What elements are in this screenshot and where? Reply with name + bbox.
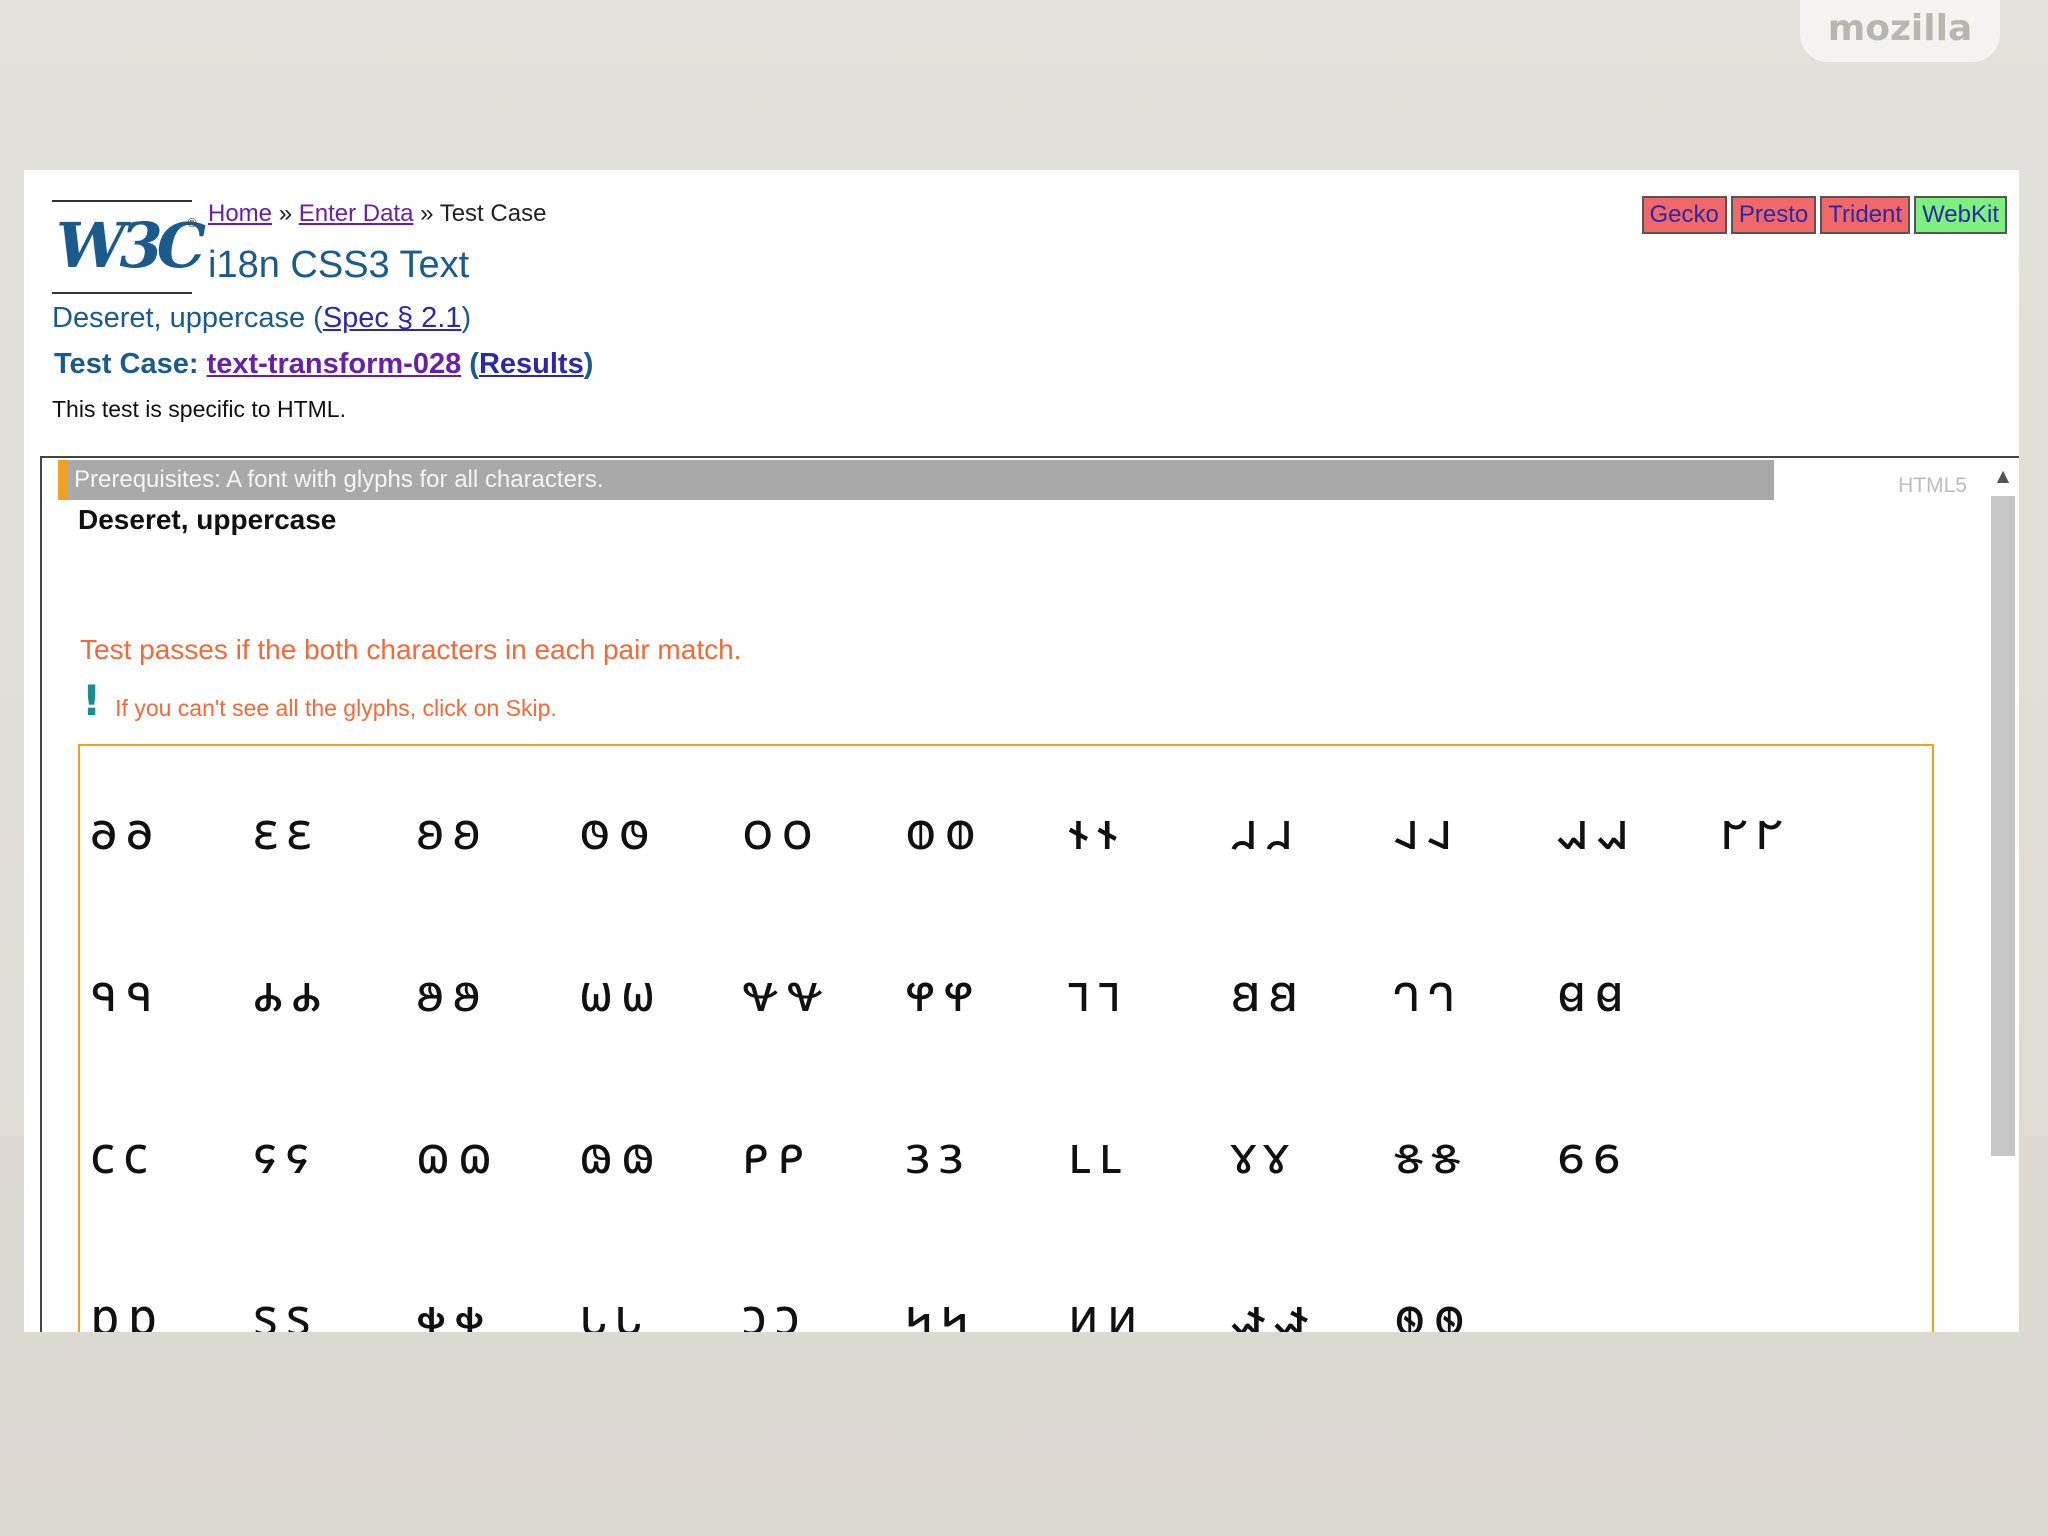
glyph-pair: 𐐫𐐫 — [579, 801, 659, 862]
glyph-pair: 𐐶𐐶 — [579, 963, 664, 1024]
w3c-logo[interactable]: W3C ® — [52, 200, 206, 294]
site-title: i18n CSS3 Text — [208, 244, 470, 286]
test-assertion: Test passes if the both characters in ea… — [80, 634, 742, 665]
vertical-scrollbar[interactable]: ▲ — [1989, 462, 2017, 1332]
format-label: HTML5 — [1898, 474, 1967, 497]
html-specific-note: This test is specific to HTML. — [52, 396, 346, 422]
engine-gecko-badge[interactable]: Gecko — [1641, 196, 1727, 234]
test-case-link[interactable]: text-transform-028 — [207, 348, 462, 380]
glyph-pair: 𐐬𐐬 — [742, 801, 821, 862]
browser-screenshot: W3C ® Home » Enter Data » Test Case i18n… — [24, 170, 2019, 1332]
glyph-pair: 𐑈𐑈 — [253, 1287, 319, 1333]
glyph-pair: 𐐵𐐵 — [416, 963, 490, 1024]
glyph-pair: 𐐹𐐹 — [1068, 963, 1130, 1024]
glyph-pair: 𐐩𐐩 — [253, 801, 320, 862]
glyph-pair: 𐐳𐐳 — [90, 963, 161, 1024]
glyph-pair: 𐐱𐐱 — [1557, 801, 1638, 862]
mozilla-tab: mozilla — [1800, 0, 2000, 62]
paren-close: ) — [461, 302, 472, 334]
glyph-pair: 𐑉𐑉 — [416, 1287, 493, 1333]
glyph-pair: 𐑌𐑌 — [905, 1287, 977, 1333]
glyph-pair: 𐐼𐐼 — [1557, 963, 1633, 1024]
breadcrumb-current: Test Case — [439, 200, 547, 227]
engine-results: Gecko Presto Trident WebKit — [1641, 196, 2007, 234]
subtitle-text: Deseret, uppercase — [52, 302, 306, 334]
scroll-up-icon[interactable]: ▲ — [1993, 466, 2013, 486]
breadcrumb-separator: » — [413, 200, 440, 227]
glyph-pair: 𐐲𐐲 — [1720, 801, 1791, 862]
glyph-pair: 𐑄𐑄 — [1231, 1125, 1297, 1186]
exclamation-icon: ! — [82, 676, 102, 725]
glyph-pair: 𐐨𐐨 — [90, 801, 162, 862]
test-case-label: Test Case: — [54, 348, 207, 380]
glyph-pair: 𐐪𐐪 — [416, 801, 490, 862]
glyph-pair: 𐑆𐑆 — [1557, 1125, 1629, 1186]
paren-close: ) — [583, 348, 594, 380]
test-subtitle: Deseret, uppercase (Spec § 2.1) — [52, 302, 471, 335]
glyph-pair: 𐐰𐐰 — [1394, 801, 1461, 862]
glyph-pair: 𐑅𐑅 — [1394, 1125, 1469, 1186]
paren-open: ( — [305, 302, 323, 334]
glyph-pair: 𐐸𐐸 — [905, 963, 982, 1024]
glyph-pair: 𐐷𐐷 — [742, 963, 832, 1024]
breadcrumb-separator: » — [272, 200, 299, 227]
engine-trident-badge[interactable]: Trident — [1820, 196, 1911, 234]
test-case-line: Test Case: text-transform-028 (Results) — [54, 348, 593, 381]
glyph-pair: 𐑋𐑋 — [742, 1287, 808, 1333]
engine-presto-badge[interactable]: Presto — [1730, 196, 1817, 234]
glyph-pair: 𐑂𐑂 — [905, 1125, 972, 1186]
mozilla-brand: mozilla — [1827, 8, 1973, 49]
glyph-pair: 𐑀𐑀 — [579, 1125, 664, 1186]
glyph-pair: 𐑊𐑊 — [579, 1287, 649, 1333]
glyph-pair: 𐑃𐑃 — [1068, 1125, 1130, 1186]
breadcrumb-home-link[interactable]: Home — [208, 200, 272, 227]
glyph-pair: 𐑁𐑁 — [742, 1125, 813, 1186]
glyph-pair: 𐑍𐑍 — [1068, 1287, 1146, 1333]
registered-icon: ® — [186, 216, 198, 230]
glyph-pair: 𐐻𐐻 — [1394, 963, 1464, 1024]
glyph-row: 𐐳𐐳 𐐴𐐴 𐐵𐐵 𐐶𐐶 𐐷𐐷 𐐸𐐸 𐐹𐐹 𐐺𐐺 𐐻𐐻 𐐼𐐼 — [80, 916, 1932, 1066]
spec-link[interactable]: Spec § 2.1 — [323, 302, 462, 334]
glyph-pair: 𐑇𐑇 — [90, 1287, 166, 1333]
glyph-pair: 𐐺𐐺 — [1231, 963, 1306, 1024]
glyph-pair: 𐐮𐐮 — [1068, 801, 1126, 862]
prerequisites-bar: Prerequisites: A font with glyphs for al… — [58, 460, 1774, 500]
glyph-pair: 𐐭𐐭 — [905, 801, 985, 862]
glyph-pair: 𐐿𐐿 — [416, 1125, 501, 1186]
scrollbar-thumb[interactable] — [1991, 496, 2015, 1156]
glyph-row: 𐑇𐑇 𐑈𐑈 𐑉𐑉 𐑊𐑊 𐑋𐑋 𐑌𐑌 𐑍𐑍 𐑎𐑎 𐑏𐑏 — [80, 1240, 1932, 1333]
glyph-pair: 𐑏𐑏 — [1394, 1287, 1473, 1333]
paren-open: ( — [461, 348, 479, 380]
glyph-row: 𐐨𐐨 𐐩𐐩 𐐪𐐪 𐐫𐐫 𐐬𐐬 𐐭𐐭 𐐮𐐮 𐐯𐐯 𐐰𐐰 𐐱𐐱 𐐲𐐲 — [80, 754, 1932, 904]
glyph-pair: 𐐽𐐽 — [90, 1125, 156, 1186]
glyph-pair: 𐑎𐑎 — [1231, 1287, 1317, 1333]
breadcrumb: Home » Enter Data » Test Case — [208, 200, 546, 228]
results-link[interactable]: Results — [479, 348, 584, 380]
breadcrumb-enter-data-link[interactable]: Enter Data — [299, 200, 414, 227]
test-iframe[interactable]: Prerequisites: A font with glyphs for al… — [40, 456, 2019, 1332]
skip-note-text: If you can't see all the glyphs, click o… — [115, 695, 557, 721]
glyph-test-box: 𐐨𐐨 𐐩𐐩 𐐪𐐪 𐐫𐐫 𐐬𐐬 𐐭𐐭 𐐮𐐮 𐐯𐐯 𐐰𐐰 𐐱𐐱 𐐲𐐲 𐐳𐐳 𐐴𐐴 𐐵… — [78, 744, 1934, 1332]
glyph-pair: 𐐯𐐯 — [1231, 801, 1302, 862]
glyph-pair: 𐐾𐐾 — [253, 1125, 318, 1186]
glyph-pair: 𐐴𐐴 — [253, 963, 330, 1024]
glyph-row: 𐐽𐐽 𐐾𐐾 𐐿𐐿 𐑀𐑀 𐑁𐑁 𐑂𐑂 𐑃𐑃 𐑄𐑄 𐑅𐑅 𐑆𐑆 — [80, 1078, 1932, 1228]
engine-webkit-badge[interactable]: WebKit — [1914, 196, 2007, 234]
test-title: Deseret, uppercase — [78, 504, 337, 535]
skip-note: ! If you can't see all the glyphs, click… — [82, 680, 557, 722]
w3c-logo-mark: W3C — [56, 209, 206, 282]
